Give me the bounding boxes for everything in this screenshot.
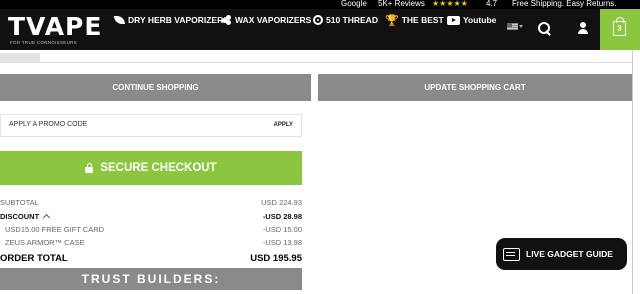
shopping-bag-icon: 3 bbox=[613, 17, 626, 36]
trust-builders-heading: TRUST BUILDERS: bbox=[0, 268, 302, 290]
order-total-label: ORDER TOTAL bbox=[0, 253, 68, 264]
product-thumbnail bbox=[0, 53, 40, 62]
promo-code-field[interactable]: APPLY A PROMO CODE APPLY bbox=[0, 114, 302, 137]
google-label: Google bbox=[341, 0, 367, 8]
discount-item-value: -USD 13.98 bbox=[262, 238, 302, 247]
nav-label: WAX VAPORIZERS bbox=[235, 15, 312, 25]
nav-dry-herb[interactable]: DRY HERB VAPORIZERS bbox=[114, 13, 229, 27]
shipping-text: Free Shipping. Easy Returns. bbox=[512, 0, 617, 8]
logo[interactable]: TVAPE FOR TRUE CONNOISSEURS bbox=[8, 13, 106, 47]
cart-button[interactable]: 3 bbox=[600, 9, 640, 50]
discount-label: DISCOUNT bbox=[0, 212, 40, 221]
promo-input[interactable]: APPLY A PROMO CODE bbox=[9, 121, 87, 128]
user-icon[interactable] bbox=[577, 22, 589, 35]
discount-value: -USD 28.98 bbox=[262, 212, 302, 221]
nav-the-best[interactable]: 🏆 THE BEST bbox=[385, 13, 444, 27]
rating-stars: ★★★★★ bbox=[432, 0, 468, 8]
wax-drops-icon bbox=[222, 15, 232, 25]
logo-text: TVAPE bbox=[8, 12, 103, 41]
divider bbox=[632, 50, 633, 294]
leaf-icon bbox=[114, 16, 125, 24]
search-icon[interactable] bbox=[538, 22, 551, 35]
continue-shopping-button[interactable]: CONTINUE SHOPPING bbox=[0, 74, 311, 101]
discount-item: ZEUS ARMOR™ CASE -USD 13.98 bbox=[0, 238, 302, 250]
logo-tagline: FOR TRUE CONNOISSEURS bbox=[10, 40, 77, 45]
flag-icon[interactable] bbox=[507, 23, 518, 30]
apply-button[interactable]: APPLY bbox=[274, 122, 293, 128]
subtotal-label: SUBTOTAL bbox=[0, 198, 39, 207]
secure-checkout-button[interactable]: SECURE CHECKOUT bbox=[0, 151, 302, 185]
discount-item-label: USD15.00 FREE GIFT CARD bbox=[5, 225, 105, 234]
nav-label: DRY HERB VAPORIZERS bbox=[128, 15, 229, 25]
divider bbox=[0, 62, 632, 63]
discount-item-value: -USD 15.00 bbox=[262, 225, 302, 234]
subtotal-value: USD 224.93 bbox=[261, 198, 302, 207]
update-cart-button[interactable]: UPDATE SHOPPING CART bbox=[318, 74, 632, 101]
chat-bubble-icon bbox=[503, 247, 520, 261]
youtube-icon bbox=[447, 15, 460, 25]
subtotal-row: SUBTOTAL USD 224.93 bbox=[0, 198, 302, 210]
discount-item-label: ZEUS ARMOR™ CASE bbox=[5, 238, 85, 247]
nav-510-thread[interactable]: 510 THREAD bbox=[313, 13, 378, 27]
thread-icon bbox=[313, 15, 323, 25]
lock-icon bbox=[85, 162, 94, 173]
trophy-icon: 🏆 bbox=[385, 14, 399, 27]
rating-value: 4.7 bbox=[486, 0, 498, 8]
discount-row[interactable]: DISCOUNT -USD 28.98 bbox=[0, 212, 302, 224]
order-total-value: USD 195.95 bbox=[250, 253, 302, 264]
chevron-up-icon bbox=[43, 213, 51, 222]
discount-item: USD15.00 FREE GIFT CARD -USD 15.00 bbox=[0, 225, 302, 237]
cart-count: 3 bbox=[617, 24, 622, 33]
nav-label: Youtube bbox=[463, 15, 497, 25]
chat-label: LIVE GADGET GUIDE bbox=[526, 249, 613, 259]
nav-youtube[interactable]: Youtube bbox=[447, 13, 496, 27]
order-total-row: ORDER TOTAL USD 195.95 bbox=[0, 253, 302, 265]
nav-label: THE BEST bbox=[401, 15, 444, 25]
checkout-label: SECURE CHECKOUT bbox=[100, 162, 217, 174]
top-bar: Google 5K+ Reviews ★★★★★ 4.7 Free Shippi… bbox=[0, 0, 640, 9]
live-chat-button[interactable]: LIVE GADGET GUIDE bbox=[496, 238, 627, 270]
chevron-down-icon bbox=[519, 25, 523, 28]
nav-wax[interactable]: WAX VAPORIZERS bbox=[222, 13, 311, 27]
nav-label: 510 THREAD bbox=[326, 15, 378, 25]
reviews-label: 5K+ Reviews bbox=[378, 0, 425, 8]
